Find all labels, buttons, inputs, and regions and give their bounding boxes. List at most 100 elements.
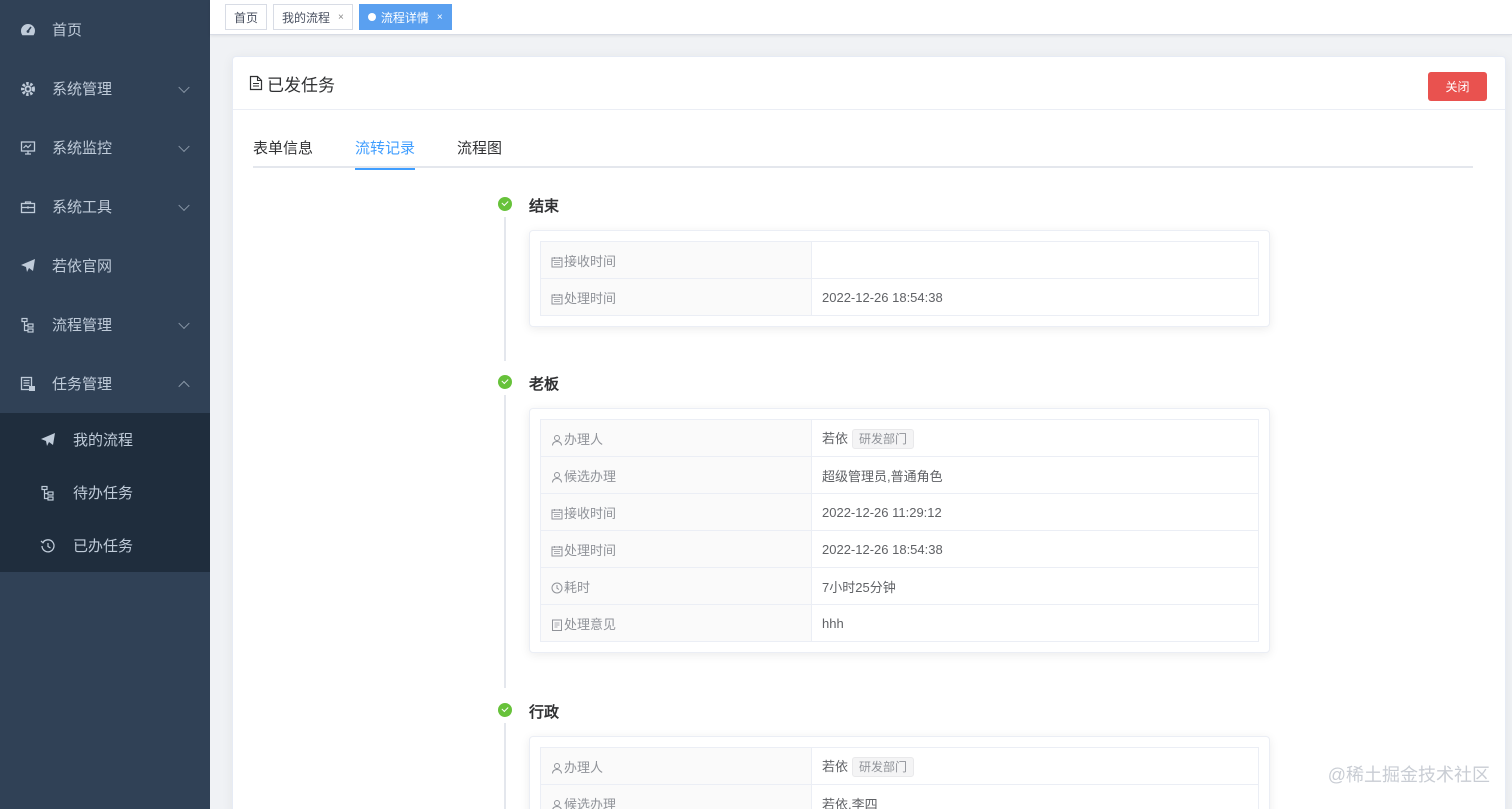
sidebar-item-system-management[interactable]: 系统管理 [0,59,210,118]
tag-label: 流程详情 [380,10,429,25]
toolbox-icon [20,199,36,215]
row-value [811,241,1259,279]
calendar-icon [551,545,563,557]
close-icon[interactable]: × [338,12,344,23]
table-row: 处理意见 hhh [540,604,1259,642]
dashboard-icon [20,22,36,38]
success-check-icon [498,197,512,211]
sidebar-subitem-my-process[interactable]: 我的流程 [0,413,210,466]
row-label: 接收时间 [540,493,812,531]
sidebar-item-label: 任务管理 [52,376,113,393]
row-value: 2022-12-26 11:29:12 [811,493,1259,531]
chevron-down-icon [178,140,190,152]
department-tag: 研发部门 [852,428,915,449]
row-label: 候选办理 [540,784,812,809]
clock-icon [551,582,563,594]
tabs: 表单信息 流转记录 流程图 [253,134,1473,170]
table-row: 候选办理 若依,李四 [540,784,1259,809]
row-label: 处理时间 [540,530,812,568]
sidebar-item-process-management[interactable]: 流程管理 [0,295,210,354]
tag-process-detail[interactable]: 流程详情 × [358,4,452,30]
tab-form-info[interactable]: 表单信息 [253,134,313,168]
chevron-down-icon [178,199,190,211]
timeline-card: 接收时间 处理时间 2022-12-26 18:54:38 [529,230,1270,327]
task-submenu: 我的流程 待办任务 已办任务 [0,413,210,572]
sidebar-subitem-done-tasks[interactable]: 已办任务 [0,519,210,572]
sidebar: 首页 系统管理 系统监控 系统工具 若依官网 流程管理 任务管理 我的流程 待办… [0,0,210,809]
row-label: 处理意见 [540,604,812,642]
chevron-up-icon [178,380,190,392]
close-icon[interactable]: × [437,12,443,23]
document-icon [551,619,563,631]
user-icon [551,799,563,809]
sidebar-item-label: 流程管理 [52,317,113,334]
row-label: 办理人 [540,747,812,785]
page-title: 已发任务 [267,75,335,95]
timeline-connector [504,723,506,809]
table-row: 处理时间 2022-12-26 18:54:38 [540,530,1259,568]
department-tag: 研发部门 [852,756,915,777]
sidebar-item-task-management[interactable]: 任务管理 [0,354,210,413]
description-table: 办理人 若依 研发部门 候选办理 若依,李四 [540,747,1259,809]
sidebar-item-home[interactable]: 首页 [0,0,210,59]
tab-flow-records[interactable]: 流转记录 [355,134,416,170]
assignee-name: 若依 [822,758,849,774]
sidebar-subitem-todo-tasks[interactable]: 待办任务 [0,466,210,519]
monitor-icon [20,140,36,156]
row-value: 7小时25分钟 [811,567,1259,605]
sidebar-item-system-monitor[interactable]: 系统监控 [0,118,210,177]
table-row: 耗时 7小时25分钟 [540,567,1259,605]
user-icon [551,434,563,446]
tag-label: 我的流程 [282,10,331,25]
table-row: 候选办理 超级管理员,普通角色 [540,456,1259,494]
calendar-icon [551,256,563,268]
table-row: 办理人 若依 研发部门 [540,419,1259,457]
row-value: 若依 研发部门 [811,747,1259,785]
detail-card: 已发任务 关闭 表单信息 流转记录 流程图 结束 接收时间 处理时间 2022-… [232,56,1506,809]
gear-icon [20,81,36,97]
sidebar-subitem-label: 我的流程 [73,432,134,449]
sidebar-item-system-tools[interactable]: 系统工具 [0,177,210,236]
sidebar-item-label: 系统监控 [52,140,113,157]
row-value: 若依 研发部门 [811,419,1259,457]
tag-my-process[interactable]: 我的流程 × [273,4,353,30]
tags-view: 首页 我的流程 × 流程详情 × [210,0,1512,35]
success-check-icon [498,703,512,717]
tab-flow-chart[interactable]: 流程图 [457,134,502,168]
table-row: 接收时间 2022-12-26 11:29:12 [540,493,1259,531]
tag-home[interactable]: 首页 [225,4,268,30]
row-label: 办理人 [540,419,812,457]
description-table: 办理人 若依 研发部门 候选办理 超级管理员,普通角色 接收时间 2022-12-… [540,419,1259,642]
row-label: 处理时间 [540,278,812,316]
sidebar-item-ruoyi-website[interactable]: 若依官网 [0,236,210,295]
assignee-name: 若依 [822,430,849,446]
description-table: 接收时间 处理时间 2022-12-26 18:54:38 [540,241,1259,316]
chevron-down-icon [178,81,190,93]
timeline-card: 办理人 若依 研发部门 候选办理 若依,李四 [529,736,1270,809]
row-label: 接收时间 [540,241,812,279]
watermark: @稀土掘金技术社区 [1327,765,1490,785]
timeline-connector [504,217,506,361]
timeline-card: 办理人 若依 研发部门 候选办理 超级管理员,普通角色 接收时间 2022-12-… [529,408,1270,653]
server-icon [20,376,36,392]
user-icon [551,471,563,483]
card-header: 已发任务 关闭 [233,57,1505,110]
timeline-node-title: 老板 [529,376,560,393]
sidebar-item-label: 若依官网 [52,258,113,275]
sidebar-subitem-label: 已办任务 [73,538,134,555]
row-value: 若依,李四 [811,784,1259,809]
row-label: 耗时 [540,567,812,605]
card-title: 已发任务 [249,71,335,96]
table-row: 处理时间 2022-12-26 18:54:38 [540,278,1259,316]
row-label: 候选办理 [540,456,812,494]
calendar-icon [551,508,563,520]
tree-icon [20,317,36,333]
table-row: 办理人 若依 研发部门 [540,747,1259,785]
row-value: 超级管理员,普通角色 [811,456,1259,494]
tag-label: 首页 [234,10,259,25]
row-value: 2022-12-26 18:54:38 [811,278,1259,316]
tree-icon [40,485,56,501]
paper-plane-icon [20,258,36,274]
row-value: hhh [811,604,1259,642]
close-button[interactable]: 关闭 [1428,72,1487,101]
